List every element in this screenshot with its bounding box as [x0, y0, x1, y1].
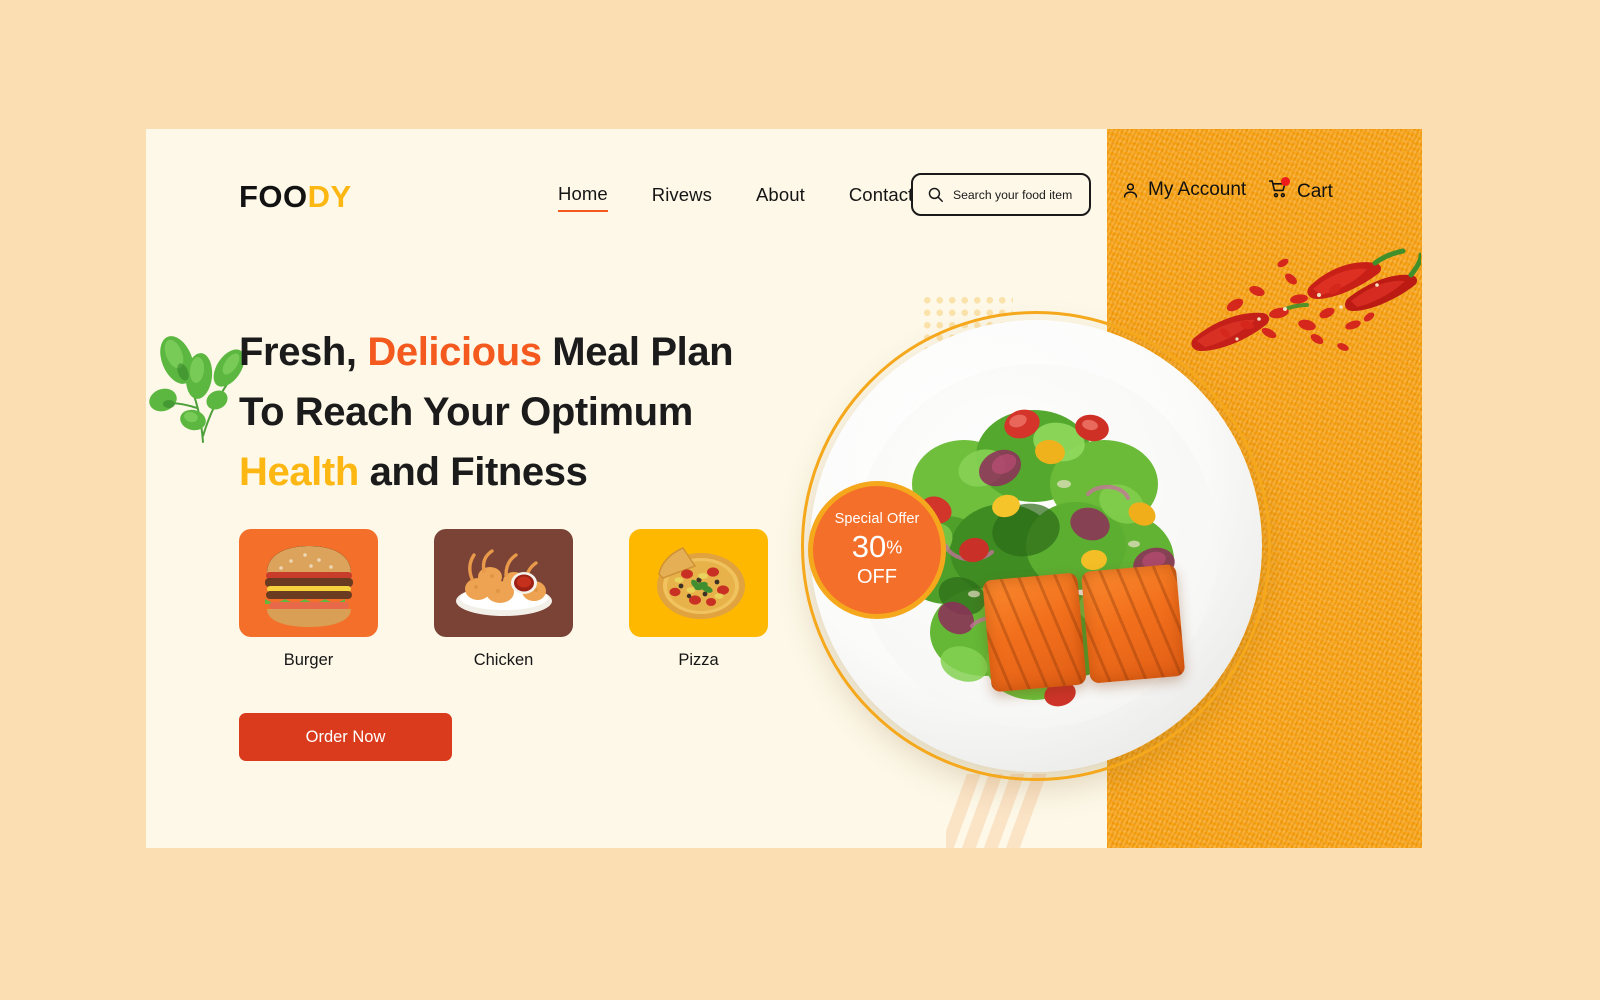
cart-icon-wrap	[1268, 177, 1290, 205]
cart-badge-dot	[1281, 177, 1290, 186]
category-label-pizza: Pizza	[678, 651, 719, 669]
fried-chicken-icon	[455, 549, 552, 616]
cart-label: Cart	[1297, 181, 1333, 202]
diagonal-stripes-decoration	[946, 774, 1096, 848]
offer-percent-number: 30	[851, 529, 887, 564]
search-icon	[928, 187, 943, 202]
headline-line-2: To Reach Your Optimum	[239, 390, 693, 434]
cart-button[interactable]: Cart	[1268, 177, 1333, 205]
offer-percent-symbol: %	[886, 537, 903, 558]
hero-card: FOODY Home Rivews About Contact My Accou…	[146, 129, 1422, 848]
brand-logo-part1: FOO	[239, 179, 308, 214]
special-offer-badge[interactable]: Special Offer 30% OFF	[808, 481, 946, 619]
order-now-button[interactable]: Order Now	[239, 713, 452, 761]
my-account-button[interactable]: My Account	[1121, 179, 1246, 201]
headline-text-mealplan: Meal Plan	[541, 330, 734, 374]
nav-item-contact[interactable]: Contact	[849, 184, 913, 211]
nav-item-home[interactable]: Home	[558, 183, 608, 212]
category-thumb-chicken	[434, 529, 573, 637]
site-header: FOODY Home Rivews About Contact My Accou…	[146, 129, 1422, 264]
category-label-burger: Burger	[283, 651, 334, 669]
page-title: Fresh, Delicious Meal Plan To Reach Your…	[239, 322, 734, 502]
headline-text-fresh: Fresh,	[239, 330, 368, 374]
grilled-salmon	[982, 563, 1187, 697]
category-label-chicken: Chicken	[473, 651, 534, 669]
category-thumb-pizza	[629, 529, 768, 637]
offer-title: Special Offer	[834, 511, 920, 527]
category-row: Burger Chicken Pizza	[239, 529, 768, 670]
headline-line-3: Health and Fitness	[239, 450, 588, 494]
category-item-pizza[interactable]: Pizza	[629, 529, 768, 670]
nav-item-rivews[interactable]: Rivews	[652, 184, 712, 211]
search-box[interactable]	[911, 173, 1091, 216]
headline-text-fitness: and Fitness	[358, 450, 588, 494]
headline-accent-delicious: Delicious	[367, 330, 542, 374]
headline-accent-health: Health	[239, 450, 359, 494]
pizza-icon	[656, 547, 745, 619]
person-icon	[1123, 182, 1138, 198]
main-nav: Home Rivews About Contact	[558, 183, 913, 212]
category-item-chicken[interactable]: Chicken	[434, 529, 573, 670]
category-thumb-burger	[239, 529, 378, 637]
offer-percent: 30%	[852, 529, 903, 565]
headline-line-1: Fresh, Delicious Meal Plan	[239, 330, 734, 374]
burger-icon	[264, 546, 353, 627]
offer-suffix: OFF	[857, 566, 897, 588]
brand-logo-part2: DY	[307, 179, 352, 214]
brand-logo[interactable]: FOODY	[239, 179, 352, 215]
my-account-label: My Account	[1148, 179, 1247, 200]
nav-item-about[interactable]: About	[756, 184, 805, 211]
category-item-burger[interactable]: Burger	[239, 529, 378, 670]
search-input[interactable]	[953, 187, 1083, 202]
